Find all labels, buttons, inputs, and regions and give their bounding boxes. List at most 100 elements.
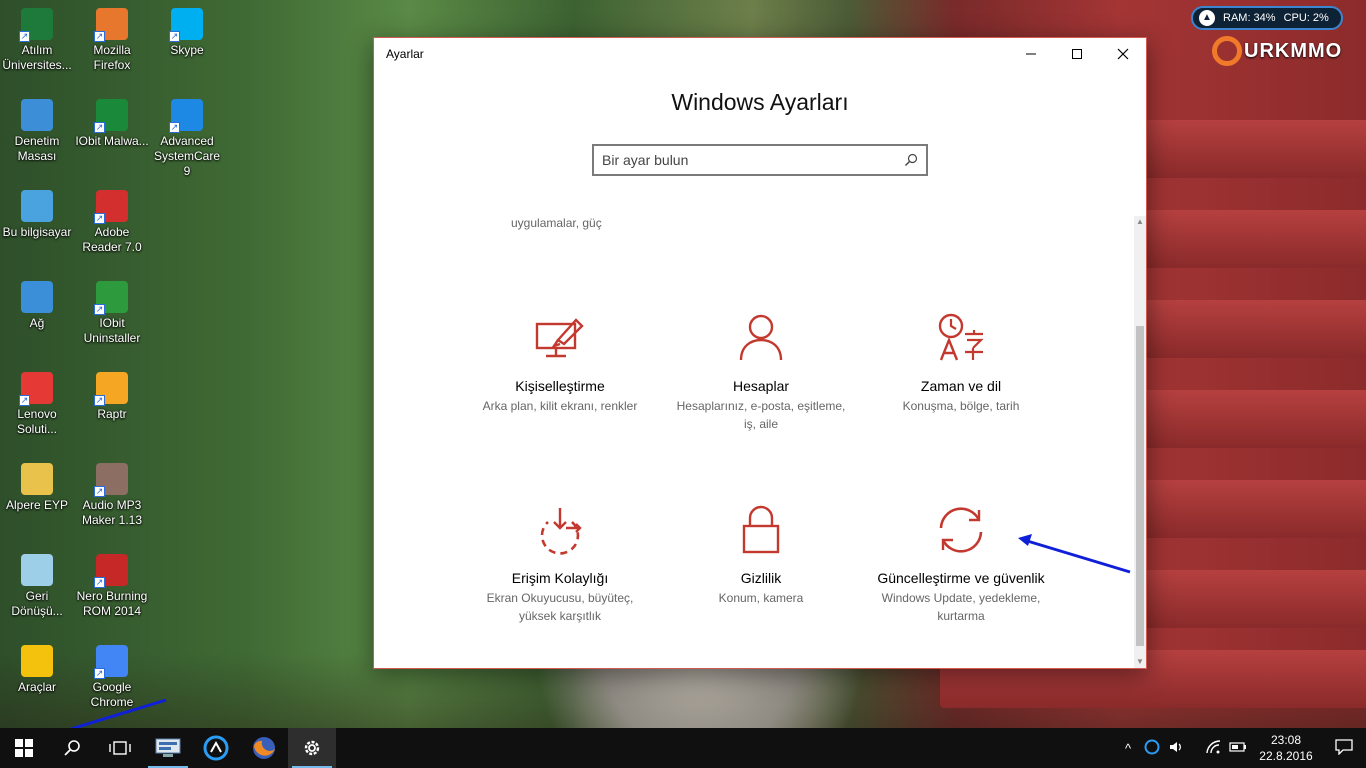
desktop-icon[interactable]: ↗ Nero Burning ROM 2014 <box>75 554 149 619</box>
desktop-icon[interactable]: ↗ Adobe Reader 7.0 <box>75 190 149 255</box>
personalization-icon <box>535 318 584 358</box>
advanced-systemcare-icon: ↗ <box>169 99 203 133</box>
desktop-icon[interactable]: Geri Dönüşü... <box>0 554 74 619</box>
background-slat <box>1120 210 1366 268</box>
firefox-icon: ↗ <box>94 8 128 42</box>
desktop-icon[interactable]: ↗ IObit Uninstaller <box>75 281 149 346</box>
systemcare-tray-icon[interactable] <box>1140 739 1164 758</box>
network-icon <box>21 281 53 313</box>
shortcut-arrow-icon: ↗ <box>94 304 105 315</box>
start-button[interactable] <box>0 728 48 768</box>
windows-logo-icon <box>15 739 33 757</box>
brand-logo: URKMMO <box>1212 36 1342 66</box>
clock[interactable]: 23:08 22.8.2016 <box>1250 732 1322 764</box>
desktop-icon[interactable]: Denetim Masası <box>0 99 74 164</box>
scroll-up-icon[interactable]: ▲ <box>1134 216 1146 228</box>
control-panel-icon <box>21 99 53 131</box>
desktop-icon[interactable]: ↗ Raptr <box>75 372 149 422</box>
close-button[interactable] <box>1100 38 1146 69</box>
taskbar-app-systemcare[interactable] <box>192 728 240 768</box>
desktop-icon[interactable]: ↗ Skype <box>150 8 224 58</box>
tile-desc: Konuşma, bölge, tarih <box>902 399 1020 413</box>
shortcut-arrow-icon: ↗ <box>19 395 30 406</box>
tile-name: Erişim Kolaylığı <box>511 570 609 586</box>
tile-desc: Arka plan, kilit ekranı, renkler <box>482 399 638 413</box>
desktop-icon-label: Araçlar <box>17 680 56 694</box>
tile-desc: Hesaplarınız, e-posta, eşitleme, iş, ail… <box>676 399 846 431</box>
star-icon <box>21 645 53 677</box>
battery-icon[interactable] <box>1226 741 1250 756</box>
desktop-icon[interactable]: ↗ Lenovo Soluti... <box>0 372 74 437</box>
minimize-icon <box>1026 53 1036 54</box>
accounts-icon <box>739 314 783 361</box>
shortcut-arrow-icon: ↗ <box>94 31 105 42</box>
maximize-button[interactable] <box>1054 38 1100 69</box>
tile-personalization[interactable]: Kişiselleştirme Arka plan, kilit ekranı,… <box>470 310 650 415</box>
ram-usage: RAM: 34% <box>1223 12 1276 24</box>
recycle-bin-icon <box>21 554 53 586</box>
tile-accounts[interactable]: Hesaplar Hesaplarınız, e-posta, eşitleme… <box>671 310 851 433</box>
search-icon <box>64 740 80 756</box>
background-slat <box>1120 300 1366 358</box>
search-box[interactable] <box>592 144 928 176</box>
tile-time-language[interactable]: Zaman ve dil Konuşma, bölge, tarih <box>871 310 1051 415</box>
tile-name: Gizlilik <box>740 570 782 586</box>
title-bar[interactable]: Ayarlar <box>374 38 1146 69</box>
lenovo-icon: ↗ <box>19 372 53 406</box>
desktop-icon[interactable]: ↗ IObit Malwa... <box>75 99 149 149</box>
system-monitor-widget[interactable]: ▲ RAM: 34% CPU: 2% <box>1191 6 1343 30</box>
scrollbar[interactable]: ▲ ▼ <box>1134 216 1146 668</box>
desktop-icon[interactable]: ↗ Atılım Üniversites... <box>0 8 74 73</box>
minimize-button[interactable] <box>1008 38 1054 69</box>
advanced-systemcare-icon <box>203 735 229 761</box>
volume-icon[interactable] <box>1164 740 1188 757</box>
search-icon[interactable] <box>904 153 918 167</box>
desktop-icon[interactable]: Araçlar <box>0 645 74 695</box>
scroll-down-icon[interactable]: ▼ <box>1134 656 1146 668</box>
window-title: Ayarlar <box>386 46 424 61</box>
shortcut-arrow-icon: ↗ <box>169 31 180 42</box>
desktop-icon-label: IObit Malwa... <box>75 134 149 148</box>
desktop-icon[interactable]: Ağ <box>0 281 74 331</box>
tile-desc: Windows Update, yedekleme, kurtarma <box>881 591 1041 623</box>
computer-icon <box>21 190 53 222</box>
action-center-button[interactable] <box>1322 738 1366 758</box>
raptr-icon: ↗ <box>94 372 128 406</box>
desktop-icon[interactable]: Alpere EYP <box>0 463 74 513</box>
desktop-icon-label: Ağ <box>29 316 45 330</box>
taskbar-app-network-tool[interactable] <box>144 728 192 768</box>
tile-privacy[interactable]: Gizlilik Konum, kamera <box>671 502 851 607</box>
wifi-icon[interactable] <box>1202 739 1226 757</box>
desktop-icon-label: Lenovo Soluti... <box>16 407 58 436</box>
desktop-icon[interactable]: ↗ Advanced SystemCare 9 <box>150 99 224 179</box>
desktop-icon[interactable]: Bu bilgisayar <box>0 190 74 240</box>
desktop-icon-label: Skype <box>170 43 204 57</box>
close-icon <box>1117 48 1129 59</box>
clock-time: 23:08 <box>1270 733 1302 747</box>
tile-name: Kişiselleştirme <box>515 378 605 394</box>
shortcut-arrow-icon: ↗ <box>94 577 105 588</box>
task-view-button[interactable] <box>96 728 144 768</box>
desktop-icon-label: Advanced SystemCare 9 <box>153 134 221 178</box>
taskbar-app-settings[interactable] <box>288 728 336 768</box>
audio-mp3-icon: ↗ <box>94 463 128 497</box>
shortcut-arrow-icon: ↗ <box>19 31 30 42</box>
taskbar-app-firefox[interactable] <box>240 728 288 768</box>
search-input[interactable] <box>602 152 904 168</box>
page-title: Windows Ayarları <box>671 89 849 115</box>
desktop-icon-label: Geri Dönüşü... <box>11 589 63 618</box>
chevron-up-icon[interactable]: ^ <box>1116 741 1140 756</box>
shortcut-arrow-icon: ↗ <box>94 668 105 679</box>
desktop-icon[interactable]: ↗ Mozilla Firefox <box>75 8 149 73</box>
network-monitor-icon <box>155 738 181 757</box>
taskbar-search-button[interactable] <box>48 728 96 768</box>
desktop-icon[interactable]: ↗ Audio MP3 Maker 1.13 <box>75 463 149 528</box>
maximize-icon <box>1072 48 1082 59</box>
tile-ease-of-access[interactable]: Erişim Kolaylığı Ekran Okuyucusu, büyüte… <box>470 502 650 625</box>
brand-ring-icon <box>1212 36 1242 66</box>
tile-name: Hesaplar <box>732 378 790 394</box>
desktop-icon-label: Adobe Reader 7.0 <box>82 225 142 254</box>
skype-icon: ↗ <box>169 8 203 42</box>
scroll-thumb[interactable] <box>1136 326 1144 646</box>
chrome-icon: ↗ <box>94 645 128 679</box>
